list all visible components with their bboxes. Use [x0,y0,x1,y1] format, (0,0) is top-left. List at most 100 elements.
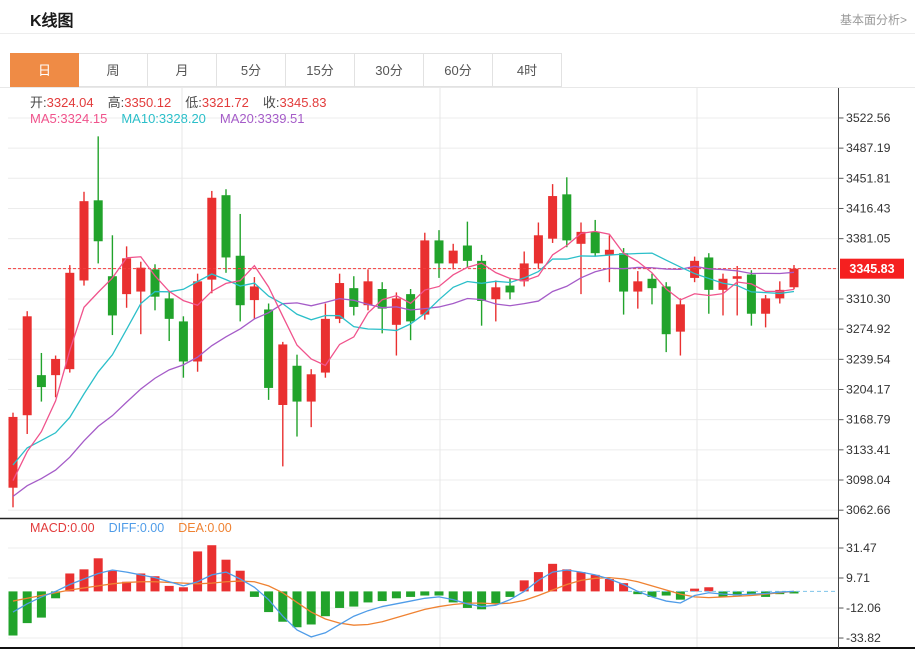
candle[interactable] [136,261,146,335]
macd-bar [8,591,18,636]
current-price-badge-label: 3345.83 [849,262,894,276]
candle-body [434,240,444,264]
macd-bar [278,591,288,622]
ohlc-value: 3321.72 [201,95,249,110]
macd-bar [193,551,203,592]
ohlc-item: 开:3324.04 [30,95,94,110]
candle[interactable] [604,235,614,283]
price-axis-label: 3098.04 [846,473,891,487]
candle[interactable] [278,341,288,467]
candle[interactable] [178,316,188,378]
candle[interactable] [22,311,32,434]
ma-value: 3328.20 [158,111,206,126]
macd-bar [505,591,515,597]
diff-line [12,569,795,638]
candle[interactable] [491,280,501,322]
macd-item: DIFF:0.00 [109,521,165,535]
ma-item: MA20:3339.51 [220,111,305,126]
candle-body [732,276,742,279]
ma-label: MA10: [121,111,159,126]
candle[interactable] [562,177,572,248]
macd-bar [533,572,543,592]
ohlc-label: 高: [107,95,125,110]
price-axis-label: 3416.43 [846,201,891,215]
candle[interactable] [292,354,302,437]
candle-body [107,276,117,316]
macd-bar [65,573,75,592]
candle-body [548,196,558,239]
candle-body [533,235,543,264]
ohlc-value: 3324.04 [46,95,94,110]
ma-value: 3339.51 [257,111,305,126]
candle[interactable] [264,303,274,400]
ma-value: 3324.15 [60,111,108,126]
candle-body [221,195,231,258]
macd-bar [249,591,259,597]
ma20-line [12,265,795,497]
candle[interactable] [590,219,600,257]
candle[interactable] [690,256,700,283]
candle[interactable] [761,294,771,328]
macd-bar [363,591,373,603]
candle[interactable] [221,189,231,273]
candle[interactable] [704,253,714,314]
candle[interactable] [36,352,46,402]
candle[interactable] [462,221,472,268]
candle[interactable] [633,271,643,309]
candle[interactable] [647,273,657,305]
macd-value: 0.00 [207,521,232,535]
ohlc-label: 开: [30,95,47,110]
macd-bar [22,591,32,624]
candle-body [122,258,132,295]
candle[interactable] [207,190,217,294]
candle[interactable] [235,213,245,322]
ohlc-legend: 开:3324.04 高:3350.12 低:3321.72 收:3345.83 [30,92,341,111]
candle[interactable] [548,184,558,243]
candle[interactable] [164,290,174,342]
macd-bar [264,591,274,613]
ohlc-item: 收:3345.83 [263,95,327,110]
candle[interactable] [8,412,18,508]
candle-body [477,260,487,301]
candle-body [675,304,685,332]
candle-body [65,272,75,370]
candle[interactable] [746,270,756,326]
candle[interactable] [434,230,444,278]
macd-bar [590,574,600,592]
candle[interactable] [320,303,330,378]
candle[interactable] [420,232,430,320]
candle-body [391,298,401,325]
candle[interactable] [107,235,117,336]
candle-body [207,197,217,280]
candle-body [292,365,302,402]
candle-body [690,260,700,278]
candle[interactable] [619,248,629,315]
macd-group [8,545,838,638]
ohlc-item: 高:3350.12 [108,95,172,110]
candle[interactable] [661,282,671,353]
candle[interactable] [65,265,75,373]
candle-body [491,287,501,300]
candle-body [136,267,146,292]
candle[interactable] [448,243,458,270]
macd-bar [320,591,330,617]
ohlc-value: 3345.83 [279,95,327,110]
candle[interactable] [79,191,89,286]
candle-body [36,375,46,388]
candle[interactable] [306,369,316,428]
candle[interactable] [732,265,742,316]
macd-bar [704,587,714,592]
candle[interactable] [533,222,543,269]
candle[interactable] [349,276,359,316]
candle-body [448,250,458,264]
candle[interactable] [406,289,416,341]
macd-bar [221,559,231,592]
candle[interactable] [675,298,685,356]
macd-bar [349,591,359,607]
candle[interactable] [93,136,103,264]
candle-body [193,281,203,362]
macd-bar [434,591,444,596]
ma-label: MA20: [219,111,258,126]
candle[interactable] [391,292,401,356]
candle-body [704,257,714,290]
